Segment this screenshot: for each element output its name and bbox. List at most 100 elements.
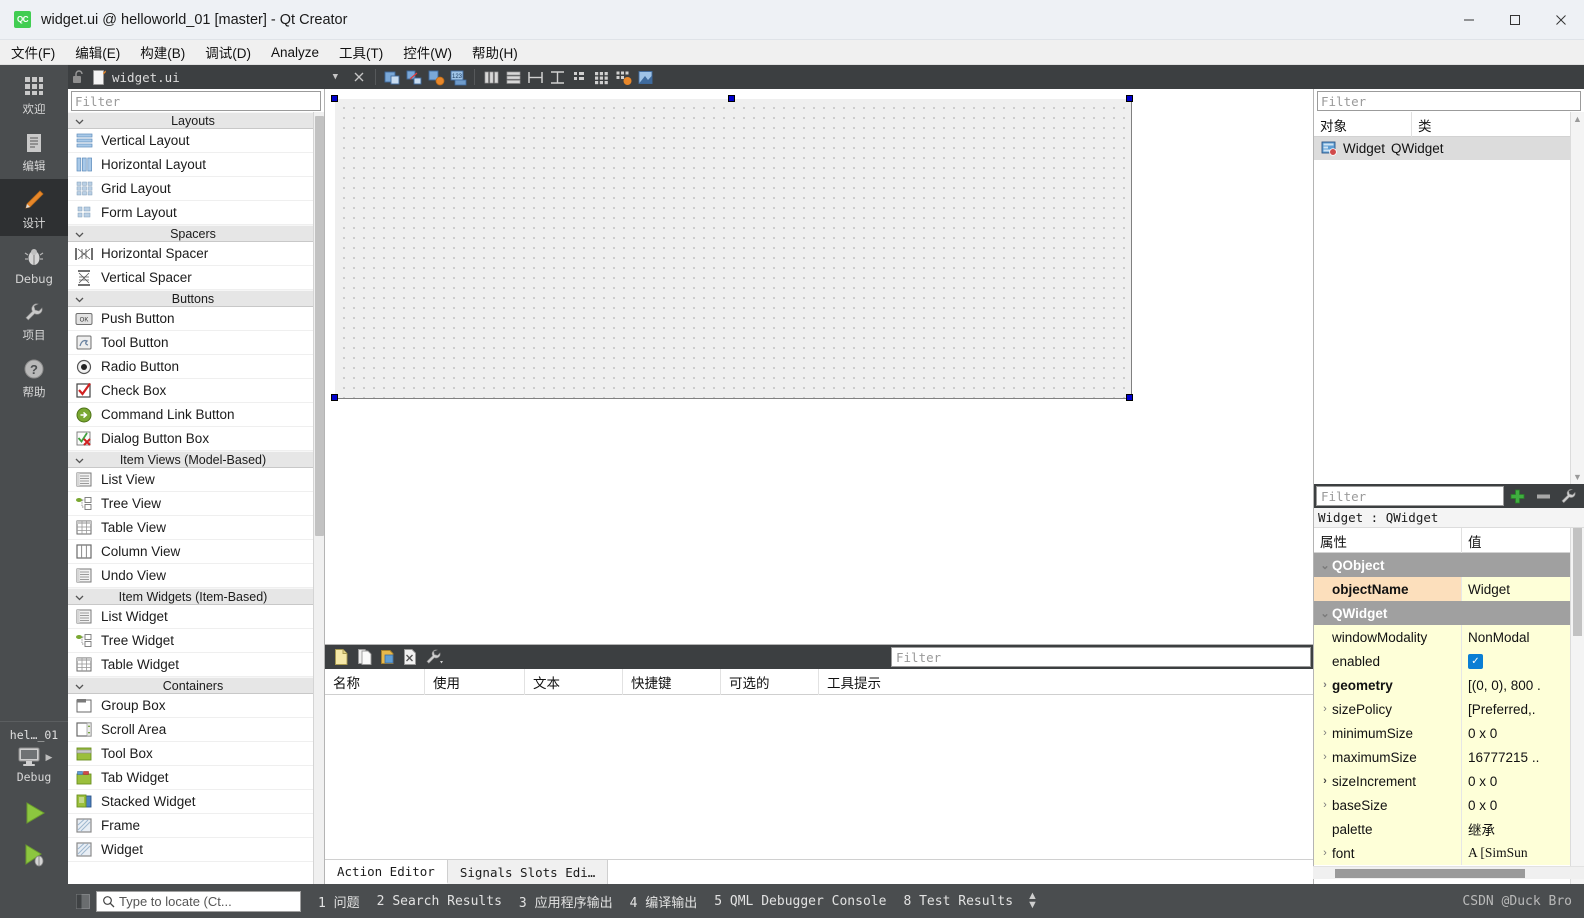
mode-item-welcome[interactable]: 欢迎 [0,65,68,122]
property-group-qobject[interactable]: ⌄ QObject [1314,553,1570,577]
copy-action-button[interactable] [353,646,376,668]
widget-item-horizontal-layout[interactable]: Horizontal Layout [68,153,324,177]
edit-buddies-button[interactable] [425,66,447,88]
output-pane-compile-output[interactable]: 4 编译输出 [630,892,698,911]
column-header-text[interactable]: 文本 [525,668,623,695]
property-value[interactable]: 继承 [1462,817,1570,841]
menu-edit[interactable]: 编辑(E) [66,40,129,64]
property-row-minimumsize[interactable]: › minimumSize 0 x 0 [1314,721,1570,745]
column-header-class[interactable]: 类 [1412,112,1553,137]
widget-item-dialog-button-box[interactable]: Dialog Button Box [68,427,324,451]
layout-vertically-button[interactable] [502,66,524,88]
layout-horizontally-button[interactable] [480,66,502,88]
widget-item-frame[interactable]: Frame [68,814,324,838]
property-row-enabled[interactable]: enabled ✓ [1314,649,1570,673]
property-value-checkbox[interactable]: ✓ [1462,649,1570,673]
widget-item-table-view[interactable]: Table View [68,516,324,540]
column-header-name[interactable]: 名称 [325,668,425,695]
widget-item-list-view[interactable]: List View [68,468,324,492]
widget-group-item-views[interactable]: Item Views (Model-Based) [68,451,324,468]
menu-help[interactable]: 帮助(H) [463,40,527,64]
widget-item-group-box[interactable]: Group Box [68,694,324,718]
menu-debug[interactable]: 调试(D) [196,40,260,64]
selection-handle-bottom-right[interactable] [1126,394,1133,401]
output-pane-selector-icon[interactable]: ▲ ▼ [1027,891,1038,911]
output-pane-problems[interactable]: 1 问题 [318,892,360,911]
property-settings-button[interactable] [1556,485,1582,507]
widget-item-vertical-layout[interactable]: Vertical Layout [68,129,324,153]
chevron-right-icon[interactable]: › [1318,751,1332,763]
widget-item-widget[interactable]: Widget [68,838,324,862]
property-row-sizeincrement[interactable]: › sizeIncrement 0 x 0 [1314,769,1570,793]
widget-item-radio-button[interactable]: Radio Button [68,355,324,379]
property-value[interactable]: 0 x 0 [1462,721,1570,745]
break-layout-button[interactable] [612,66,634,88]
scrollbar-thumb[interactable] [1335,869,1525,878]
property-value[interactable]: 16777215 .. [1462,745,1570,769]
edit-signals-slots-button[interactable] [403,66,425,88]
property-editor-table[interactable]: 属性 值 ⌄ QObject objectName Widget ⌄ QWidg… [1314,528,1584,884]
widget-item-tree-view[interactable]: Tree View [68,492,324,516]
object-inspector-scrollbar[interactable]: ▲ ▼ [1570,112,1584,484]
property-value[interactable]: 0 x 0 [1462,793,1570,817]
property-editor-hscrollbar[interactable] [1313,866,1584,879]
scrollbar-thumb[interactable] [1573,528,1582,636]
remove-dynamic-property-button[interactable] [1530,485,1556,507]
menu-tools[interactable]: 工具(T) [330,40,392,64]
scroll-down-arrow-icon[interactable]: ▼ [1573,472,1582,482]
open-documents-combo[interactable]: widget.ui ▼ [88,66,348,88]
property-grid[interactable]: 属性 值 ⌄ QObject objectName Widget ⌄ QWidg… [1314,528,1570,884]
widget-item-list-widget[interactable]: List Widget [68,605,324,629]
output-pane-application-output[interactable]: 3 应用程序输出 [519,892,613,911]
chevron-down-icon[interactable]: ⌄ [1318,559,1332,572]
action-editor-rows[interactable] [325,695,1313,859]
object-tree[interactable]: 对象 类 Widget QWidget [1314,112,1570,484]
selection-handle-top-center[interactable] [728,95,735,102]
output-pane-search-results[interactable]: 2 Search Results [377,894,502,909]
property-row-windowmodality[interactable]: windowModality NonModal [1314,625,1570,649]
property-value[interactable]: NonModal [1462,625,1570,649]
tab-action-editor[interactable]: Action Editor [325,860,448,884]
property-value[interactable]: A [SimSun [1462,841,1570,865]
mode-item-design[interactable]: 设计 [0,179,68,236]
widget-item-command-link-button[interactable]: Command Link Button [68,403,324,427]
action-settings-button[interactable] [422,646,445,668]
run-button[interactable] [0,792,68,834]
property-value[interactable]: [Preferred,. [1462,697,1570,721]
output-pane-test-results[interactable]: 8 Test Results [903,894,1013,909]
widget-box-scrollbar[interactable] [313,112,324,884]
widget-item-vertical-spacer[interactable]: Vertical Spacer [68,266,324,290]
widget-item-tool-box[interactable]: Tool Box [68,742,324,766]
widget-group-item-widgets[interactable]: Item Widgets (Item-Based) [68,588,324,605]
minimize-button[interactable] [1446,0,1492,39]
column-header-value[interactable]: 值 [1462,528,1570,553]
action-editor-filter-input[interactable]: Filter [891,647,1311,667]
widget-item-push-button[interactable]: OK Push Button [68,307,324,331]
widget-item-grid-layout[interactable]: Grid Layout [68,177,324,201]
property-row-basesize[interactable]: › baseSize 0 x 0 [1314,793,1570,817]
property-row-maximumsize[interactable]: › maximumSize 16777215 .. [1314,745,1570,769]
mode-item-help[interactable]: ? 帮助 [0,348,68,405]
widget-item-check-box[interactable]: Check Box [68,379,324,403]
mode-item-debug[interactable]: Debug [0,236,68,291]
column-header-checkable[interactable]: 可选的 [721,668,819,695]
widget-item-form-layout[interactable]: Form Layout [68,201,324,225]
scroll-up-arrow-icon[interactable]: ▲ [1573,114,1582,124]
property-editor-scrollbar[interactable] [1570,528,1584,884]
column-header-tooltip[interactable]: 工具提示 [819,669,999,695]
widget-item-stacked-widget[interactable]: Stacked Widget [68,790,324,814]
scrollbar-thumb[interactable] [315,116,324,536]
widget-item-horizontal-spacer[interactable]: Horizontal Spacer [68,242,324,266]
locator-input[interactable]: Type to locate (Ct... [96,890,301,912]
layout-splitter-h-button[interactable] [524,66,546,88]
column-header-property[interactable]: 属性 [1314,528,1462,553]
menu-analyze[interactable]: Analyze [262,43,328,62]
widget-group-layouts[interactable]: Layouts [68,112,324,129]
property-value[interactable]: [(0, 0), 800 . [1462,673,1570,697]
object-tree-row-widget[interactable]: Widget QWidget [1314,137,1570,160]
layout-splitter-v-button[interactable] [546,66,568,88]
widget-item-scroll-area[interactable]: Scroll Area [68,718,324,742]
property-value[interactable]: 0 x 0 [1462,769,1570,793]
output-pane-qml-debugger-console[interactable]: 5 QML Debugger Console [714,894,886,909]
selection-handle-top-left[interactable] [331,95,338,102]
